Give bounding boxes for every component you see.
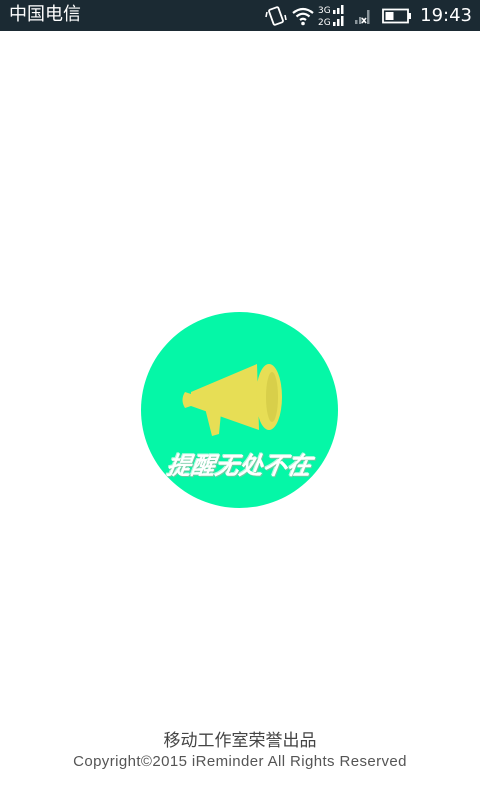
carrier-name: 中国电信 <box>9 4 81 25</box>
signal-icon: 3G 2G <box>318 4 344 28</box>
splash-screen: 中国电信 3G 2G 19:43 提醒无处不在 移动工作室荣誉出品 Copyri… <box>0 0 480 800</box>
copyright-notice: Copyright©2015 iReminder All Rights Rese… <box>73 753 407 770</box>
wifi-icon <box>292 7 314 25</box>
vibrate-icon <box>265 5 287 26</box>
studio-credit: 移动工作室荣誉出品 <box>163 731 317 751</box>
app-slogan: 提醒无处不在 <box>165 452 314 480</box>
status-bar: 中国电信 3G 2G 19:43 <box>0 0 480 31</box>
megaphone-icon <box>182 364 282 436</box>
network-3g-label: 3G <box>318 6 331 16</box>
network-2g-label: 2G <box>318 18 331 28</box>
no-sim-signal-icon <box>355 9 370 24</box>
app-logo: 提醒无处不在 <box>141 312 338 508</box>
status-time: 19:43 <box>420 4 472 26</box>
status-icons: 3G 2G 19:43 <box>265 0 480 31</box>
battery-icon <box>382 8 412 23</box>
